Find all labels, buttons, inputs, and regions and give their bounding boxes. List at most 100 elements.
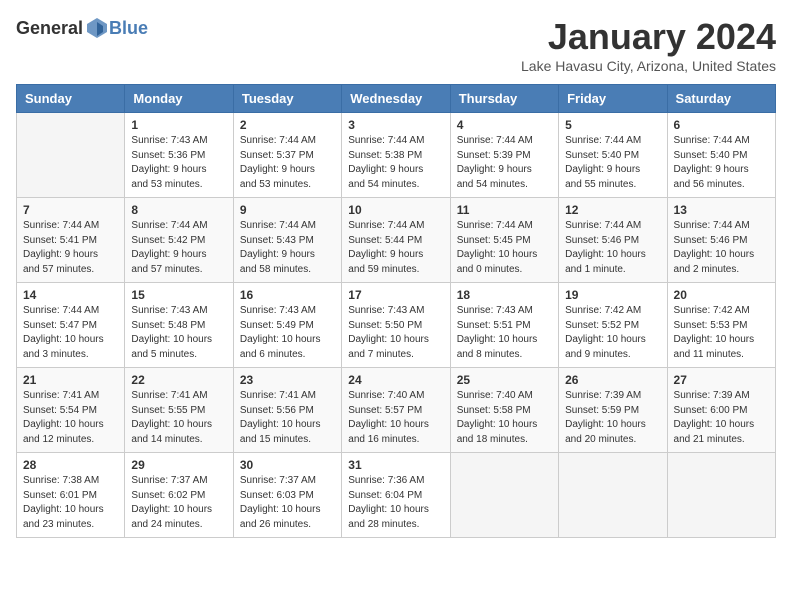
day-info: Sunrise: 7:43 AM Sunset: 5:51 PM Dayligh… [457,304,552,362]
calendar-cell [17,113,125,198]
calendar-week-2: 7Sunrise: 7:44 AM Sunset: 5:41 PM Daylig… [17,198,776,283]
calendar-header-row: SundayMondayTuesdayWednesdayThursdayFrid… [17,85,776,113]
day-info: Sunrise: 7:39 AM Sunset: 5:59 PM Dayligh… [565,389,660,447]
calendar-cell: 14 Sunrise: 7:44 AM Sunset: 5:47 PM Dayli… [17,283,125,368]
day-info: Sunrise: 7:43 AM Sunset: 5:48 PM Dayligh… [131,304,226,362]
calendar-cell: 25Sunrise: 7:40 AM Sunset: 5:58 PM Dayli… [450,368,558,453]
day-number: 28 [23,458,118,472]
column-header-friday: Friday [559,85,667,113]
day-number: 27 [674,373,769,387]
day-info: Sunrise: 7:43 AM Sunset: 5:49 PM Dayligh… [240,304,335,362]
logo-blue: Blue [109,18,148,39]
day-info: Sunrise: 7:37 AM Sunset: 6:03 PM Dayligh… [240,474,335,532]
calendar-week-3: 14 Sunrise: 7:44 AM Sunset: 5:47 PM Dayli… [17,283,776,368]
day-number: 18 [457,288,552,302]
day-number: 15 [131,288,226,302]
day-info: Sunrise: 7:37 AM Sunset: 6:02 PM Dayligh… [131,474,226,532]
day-number: 22 [131,373,226,387]
calendar-cell: 24 Sunrise: 7:40 AM Sunset: 5:57 PM Dayli… [342,368,450,453]
day-info: Sunrise: 7:38 AM Sunset: 6:01 PM Dayligh… [23,474,118,532]
day-info: Sunrise: 7:39 AM Sunset: 6:00 PM Dayligh… [674,389,769,447]
day-number: 24 [348,373,443,387]
calendar-cell: 3 Sunrise: 7:44 AM Sunset: 5:38 PM Daylig… [342,113,450,198]
day-number: 23 [240,373,335,387]
calendar-cell: 13Sunrise: 7:44 AM Sunset: 5:46 PM Dayli… [667,198,775,283]
day-info: Sunrise: 7:41 AM Sunset: 5:54 PM Dayligh… [23,389,118,447]
calendar-cell: 23 Sunrise: 7:41 AM Sunset: 5:56 PM Dayli… [233,368,341,453]
calendar-cell: 27 Sunrise: 7:39 AM Sunset: 6:00 PM Dayli… [667,368,775,453]
day-info: Sunrise: 7:44 AM Sunset: 5:47 PM Dayligh… [23,304,118,362]
day-info: Sunrise: 7:40 AM Sunset: 5:57 PM Dayligh… [348,389,443,447]
day-number: 31 [348,458,443,472]
location-title: Lake Havasu City, Arizona, United States [521,58,776,74]
calendar-cell: 11 Sunrise: 7:44 AM Sunset: 5:45 PM Dayli… [450,198,558,283]
calendar-cell: 10 Sunrise: 7:44 AM Sunset: 5:44 PM Dayli… [342,198,450,283]
day-info: Sunrise: 7:44 AM Sunset: 5:39 PM Dayligh… [457,134,552,192]
day-info: Sunrise: 7:40 AM Sunset: 5:58 PM Dayligh… [457,389,552,447]
day-number: 13 [674,203,769,217]
logo: General Blue [16,16,148,40]
day-number: 14 [23,288,118,302]
calendar-week-5: 28 Sunrise: 7:38 AM Sunset: 6:01 PM Dayli… [17,453,776,538]
calendar-week-1: 1 Sunrise: 7:43 AM Sunset: 5:36 PM Daylig… [17,113,776,198]
day-number: 12 [565,203,660,217]
calendar-cell: 6Sunrise: 7:44 AM Sunset: 5:40 PM Daylig… [667,113,775,198]
calendar-cell: 4Sunrise: 7:44 AM Sunset: 5:39 PM Daylig… [450,113,558,198]
day-number: 11 [457,203,552,217]
day-info: Sunrise: 7:42 AM Sunset: 5:52 PM Dayligh… [565,304,660,362]
calendar-cell: 30 Sunrise: 7:37 AM Sunset: 6:03 PM Dayli… [233,453,341,538]
column-header-saturday: Saturday [667,85,775,113]
column-header-monday: Monday [125,85,233,113]
day-info: Sunrise: 7:44 AM Sunset: 5:42 PM Dayligh… [131,219,226,277]
day-number: 3 [348,118,443,132]
calendar-cell: 15 Sunrise: 7:43 AM Sunset: 5:48 PM Dayli… [125,283,233,368]
column-header-thursday: Thursday [450,85,558,113]
calendar-cell: 31 Sunrise: 7:36 AM Sunset: 6:04 PM Dayli… [342,453,450,538]
day-number: 10 [348,203,443,217]
day-info: Sunrise: 7:41 AM Sunset: 5:56 PM Dayligh… [240,389,335,447]
calendar-cell: 20Sunrise: 7:42 AM Sunset: 5:53 PM Dayli… [667,283,775,368]
day-info: Sunrise: 7:44 AM Sunset: 5:38 PM Dayligh… [348,134,443,192]
day-number: 2 [240,118,335,132]
calendar-cell [450,453,558,538]
calendar: SundayMondayTuesdayWednesdayThursdayFrid… [16,84,776,538]
day-number: 30 [240,458,335,472]
day-info: Sunrise: 7:36 AM Sunset: 6:04 PM Dayligh… [348,474,443,532]
day-number: 20 [674,288,769,302]
calendar-cell: 22 Sunrise: 7:41 AM Sunset: 5:55 PM Dayli… [125,368,233,453]
day-info: Sunrise: 7:44 AM Sunset: 5:43 PM Dayligh… [240,219,335,277]
calendar-week-4: 21 Sunrise: 7:41 AM Sunset: 5:54 PM Dayli… [17,368,776,453]
calendar-cell: 26 Sunrise: 7:39 AM Sunset: 5:59 PM Dayli… [559,368,667,453]
column-header-sunday: Sunday [17,85,125,113]
calendar-cell: 12 Sunrise: 7:44 AM Sunset: 5:46 PM Dayli… [559,198,667,283]
calendar-cell: 8Sunrise: 7:44 AM Sunset: 5:42 PM Daylig… [125,198,233,283]
day-info: Sunrise: 7:44 AM Sunset: 5:40 PM Dayligh… [674,134,769,192]
calendar-cell: 1 Sunrise: 7:43 AM Sunset: 5:36 PM Daylig… [125,113,233,198]
month-title: January 2024 [521,16,776,58]
day-info: Sunrise: 7:41 AM Sunset: 5:55 PM Dayligh… [131,389,226,447]
calendar-cell: 5Sunrise: 7:44 AM Sunset: 5:40 PM Daylig… [559,113,667,198]
day-number: 7 [23,203,118,217]
day-number: 1 [131,118,226,132]
day-info: Sunrise: 7:44 AM Sunset: 5:45 PM Dayligh… [457,219,552,277]
day-number: 21 [23,373,118,387]
calendar-cell: 2 Sunrise: 7:44 AM Sunset: 5:37 PM Daylig… [233,113,341,198]
day-number: 9 [240,203,335,217]
day-info: Sunrise: 7:44 AM Sunset: 5:37 PM Dayligh… [240,134,335,192]
day-info: Sunrise: 7:44 AM Sunset: 5:46 PM Dayligh… [565,219,660,277]
title-area: January 2024 Lake Havasu City, Arizona, … [521,16,776,74]
calendar-cell: 21 Sunrise: 7:41 AM Sunset: 5:54 PM Dayli… [17,368,125,453]
logo-general: General [16,18,83,39]
calendar-cell: 9 Sunrise: 7:44 AM Sunset: 5:43 PM Daylig… [233,198,341,283]
day-info: Sunrise: 7:43 AM Sunset: 5:50 PM Dayligh… [348,304,443,362]
day-info: Sunrise: 7:44 AM Sunset: 5:44 PM Dayligh… [348,219,443,277]
column-header-tuesday: Tuesday [233,85,341,113]
calendar-cell [559,453,667,538]
day-number: 19 [565,288,660,302]
day-info: Sunrise: 7:43 AM Sunset: 5:36 PM Dayligh… [131,134,226,192]
day-number: 29 [131,458,226,472]
day-number: 26 [565,373,660,387]
calendar-cell [667,453,775,538]
column-header-wednesday: Wednesday [342,85,450,113]
calendar-body: 1 Sunrise: 7:43 AM Sunset: 5:36 PM Daylig… [17,113,776,538]
